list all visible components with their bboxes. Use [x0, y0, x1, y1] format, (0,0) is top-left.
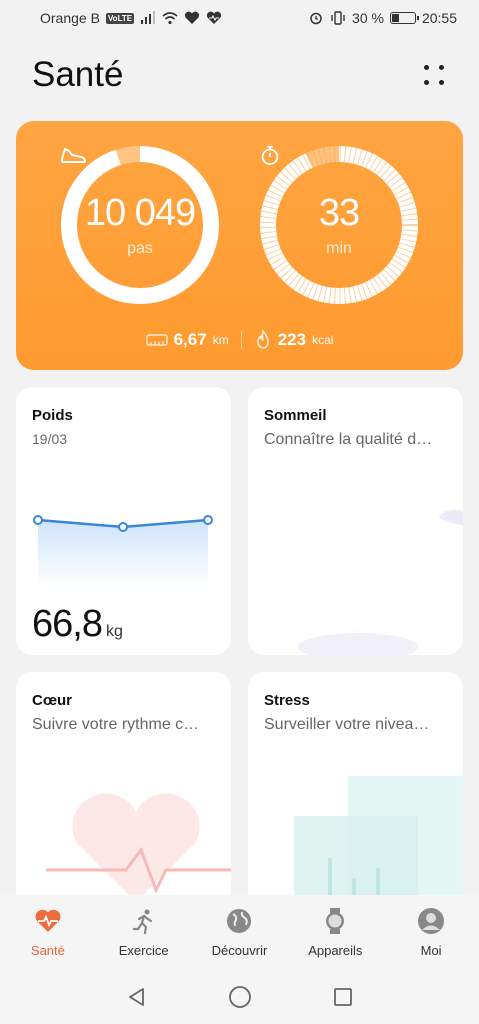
sleep-card[interactable]: Sommeil Connaître la qualité d…: [248, 387, 463, 655]
page-title: Santé: [32, 55, 124, 94]
heart-card-subtitle: Suivre votre rythme c…: [32, 716, 200, 733]
weight-value-row: 66,8 kg: [32, 603, 123, 646]
nav-label-appareils: Appareils: [308, 943, 363, 958]
health-heart-icon: [185, 11, 200, 24]
weight-card-title: Poids: [32, 407, 73, 424]
sleep-card-title: Sommeil: [264, 407, 327, 424]
more-options-button[interactable]: [421, 62, 447, 88]
heart-card[interactable]: Cœur Suivre votre rythme c…: [16, 672, 231, 912]
steps-ring[interactable]: 10 049 pas: [59, 144, 221, 306]
dot: [439, 80, 444, 85]
distance-unit: km: [212, 333, 229, 347]
steps-value: 10 049: [84, 192, 196, 234]
recents-icon[interactable]: [332, 986, 354, 1008]
weight-point: [33, 515, 43, 525]
heart-rate-icon: [207, 11, 222, 24]
weight-unit: kg: [105, 623, 123, 640]
distance-stat: 6,67 km: [145, 330, 229, 350]
back-icon[interactable]: [126, 986, 148, 1008]
activity-ring[interactable]: 33 min: [258, 144, 420, 306]
distance-value: 6,67: [173, 330, 207, 349]
dot: [424, 65, 429, 70]
calories-value: 223: [277, 330, 307, 349]
nav-label-decouvrir: Découvrir: [211, 943, 268, 958]
carrier-name: Orange B: [40, 10, 100, 26]
nav-item-appareils[interactable]: Appareils: [287, 895, 383, 970]
weight-point: [118, 522, 128, 532]
status-bar: Orange B VoLTE 30 % 20:55: [0, 0, 479, 36]
moon-illustration: [298, 509, 463, 655]
nav-label-sante: Santé: [30, 943, 65, 958]
dot: [439, 65, 444, 70]
nav-item-decouvrir[interactable]: Découvrir: [192, 895, 288, 970]
stress-card[interactable]: Stress Surveiller votre nivea…: [248, 672, 463, 912]
weight-trend-chart: [33, 515, 213, 587]
activity-minutes-unit: min: [326, 240, 352, 257]
nav-label-exercice: Exercice: [118, 943, 169, 958]
nav-item-moi[interactable]: Moi: [383, 895, 479, 970]
divider: [240, 331, 242, 349]
shoe-icon: [61, 148, 86, 163]
nav-label-moi: Moi: [420, 943, 442, 958]
home-icon[interactable]: [228, 985, 252, 1009]
stress-card-subtitle: Surveiller votre nivea…: [264, 716, 430, 733]
weight-point: [203, 515, 213, 525]
watch-icon: [326, 908, 345, 934]
battery-percent: 30 %: [352, 10, 384, 26]
summary-stats: 6,67 km 223 kcal: [16, 329, 463, 351]
sleep-card-subtitle: Connaître la qualité d…: [264, 431, 433, 448]
wifi-icon: [162, 12, 178, 25]
calories-unit: kcal: [312, 333, 334, 347]
stress-card-title: Stress: [264, 692, 310, 709]
heart-card-title: Cœur: [32, 692, 72, 709]
globe-icon: [227, 909, 252, 933]
bottom-navigation: Santé Exercice Découvrir Appareils Moi: [0, 895, 479, 970]
activity-minutes-value: 33: [318, 192, 360, 234]
weight-date: 19/03: [32, 431, 68, 447]
user-icon: [418, 908, 445, 934]
runner-icon: [132, 909, 152, 935]
vibrate-icon: [331, 11, 345, 25]
nav-item-sante[interactable]: Santé: [0, 895, 96, 970]
weight-card[interactable]: Poids 19/03 66,8 kg: [16, 387, 231, 655]
flame-icon: [256, 329, 269, 349]
header: Santé: [32, 50, 447, 100]
signal-icon: [141, 11, 156, 24]
ruler-icon: [145, 334, 168, 346]
alarm-icon: [310, 12, 322, 25]
nav-item-exercice[interactable]: Exercice: [96, 895, 192, 970]
stress-illustration: [294, 776, 463, 912]
battery-icon: [389, 12, 419, 24]
steps-unit: pas: [127, 240, 153, 257]
dot: [424, 80, 429, 85]
heart-illustration: [46, 793, 231, 902]
calories-stat: 223 kcal: [254, 329, 334, 351]
system-navigation-bar: [0, 970, 479, 1024]
stopwatch-icon: [261, 145, 279, 166]
volte-badge: VoLTE: [105, 12, 135, 24]
heart-icon: [35, 909, 61, 932]
weight-value: 66,8: [32, 603, 103, 645]
activity-summary-card[interactable]: 10 049 pas 33 min 6,67 km 223 kcal: [16, 121, 463, 370]
clock: 20:55: [421, 10, 457, 26]
